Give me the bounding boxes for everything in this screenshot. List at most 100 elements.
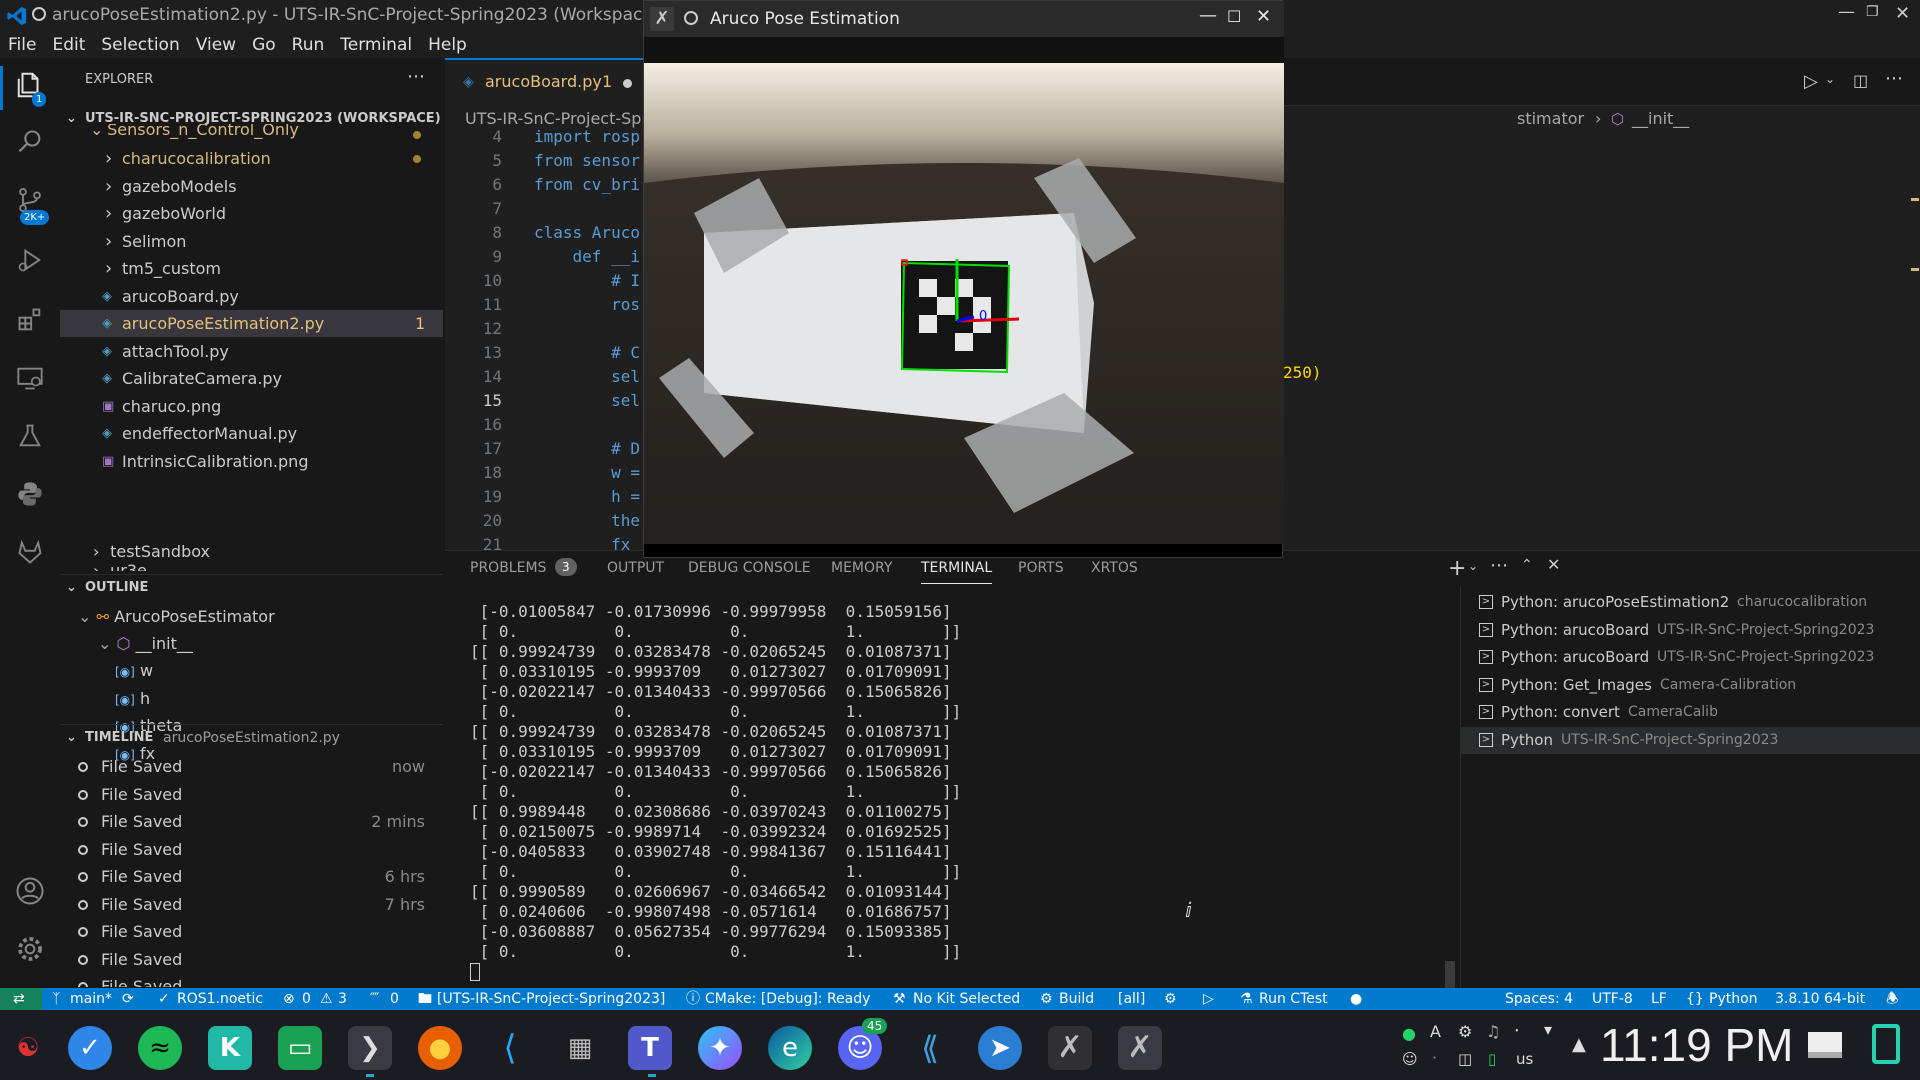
folder-item[interactable]: › gazeboWorld <box>60 200 445 227</box>
parent-folder[interactable]: ⌄ Sensors_n_Control_Only <box>90 124 299 142</box>
copilot-app-icon[interactable]: ✦ <box>698 1026 742 1070</box>
panel-tab-debug-console[interactable]: DEBUG CONSOLE <box>688 560 811 576</box>
launcher-icon[interactable]: ☯ <box>6 1026 50 1070</box>
folder-ur3e[interactable]: › ur3e <box>93 561 147 571</box>
copilot-icon[interactable]: ● <box>1350 988 1362 1010</box>
tray-discord-icon[interactable]: ☺ <box>1402 1050 1418 1068</box>
status-kit[interactable]: No Kit Selected <box>913 988 1020 1010</box>
panel-tab-ports[interactable]: PORTS <box>1018 560 1064 576</box>
volume-icon[interactable]: ♫ <box>1486 1022 1500 1041</box>
x-window-icon[interactable]: ✗ <box>1048 1026 1092 1070</box>
testing-icon[interactable] <box>12 422 48 458</box>
clock[interactable]: 11:19 PM <box>1600 1022 1793 1068</box>
timeline-entry[interactable]: File Saved 6 hrs <box>60 863 445 890</box>
maximize-icon[interactable]: ☐ <box>1227 7 1241 26</box>
timeline-entry[interactable]: File Saved <box>60 918 445 945</box>
minimap-scrollbar[interactable] <box>1905 138 1920 548</box>
status-interpreter[interactable]: 3.8.10 64-bit <box>1775 988 1865 1010</box>
breadcrumb-method[interactable]: __init__ <box>1632 109 1689 128</box>
explorer-icon[interactable]: 1 <box>12 70 48 107</box>
restore-icon[interactable]: ❐ <box>1866 4 1879 20</box>
more-actions-icon[interactable]: ⋯ <box>1885 68 1903 89</box>
teams-icon[interactable]: T <box>628 1026 672 1070</box>
keyboard-layout[interactable]: us <box>1516 1050 1533 1068</box>
timeline-entry[interactable]: File Saved <box>60 973 445 987</box>
close-icon[interactable]: ✕ <box>1256 6 1271 27</box>
editor-tab[interactable]: ◈ arucoBoard.py 1 <box>445 58 645 106</box>
panel-tab-memory[interactable]: MEMORY <box>831 560 892 576</box>
file-item[interactable]: ▣ IntrinsicCalibration.png <box>60 448 445 475</box>
file-item[interactable]: ◈ arucoPoseEstimation2.py 1 <box>60 310 445 337</box>
file-item[interactable]: ◈ CalibrateCamera.py <box>60 365 445 392</box>
todo-check-icon[interactable]: ✓ <box>68 1026 112 1070</box>
terminal-list-item[interactable]: > Python UTS-IR-SnC-Project-Spring2023 <box>1461 726 1920 754</box>
bluetooth-icon[interactable]: ᛫ <box>1512 1022 1522 1041</box>
status-target[interactable]: [all] <box>1118 988 1145 1010</box>
maximize-panel-icon[interactable]: ⌃ <box>1521 557 1533 573</box>
terminal-list-item[interactable]: > Python: convert CameraCalib <box>1461 699 1920 726</box>
outline-field[interactable]: [◉] h <box>115 685 150 712</box>
file-item[interactable]: ▣ charuco.png <box>60 393 445 420</box>
firefox-icon[interactable]: ● <box>418 1026 462 1070</box>
terminal-list-item[interactable]: > Python: Get_Images Camera-Calibration <box>1461 672 1920 699</box>
file-item[interactable]: ◈ attachTool.py <box>60 338 445 365</box>
folder-item[interactable]: › charucocalibration <box>60 145 445 172</box>
popup-title-bar[interactable]: ✗ Aruco Pose Estimation — ☐ ✕ <box>644 1 1284 37</box>
notes-icon[interactable] <box>1872 1024 1900 1064</box>
outline-field[interactable]: [◉] w <box>115 657 153 684</box>
remote-desktop-icon[interactable]: ➤ <box>978 1026 1022 1070</box>
folder-item[interactable]: › gazeboModels <box>60 173 445 200</box>
settings-gear-icon[interactable] <box>12 934 48 970</box>
breadcrumb-class[interactable]: stimator <box>1517 109 1584 128</box>
wifi-icon[interactable]: ▾ <box>1544 1020 1552 1039</box>
status-branch[interactable]: main* <box>70 988 112 1010</box>
notifications-bell-icon[interactable]: 🕭 <box>1886 988 1899 1010</box>
outline-class[interactable]: ⌄ ⚯ ArucoPoseEstimator <box>78 603 275 630</box>
terminal-app-icon[interactable]: ❯ <box>348 1026 392 1070</box>
status-workspace[interactable]: [UTS-IR-SnC-Project-Spring2023] <box>437 988 665 1010</box>
status-ctest[interactable]: Run CTest <box>1259 988 1328 1010</box>
chevron-down-icon[interactable]: ⌄ <box>1468 559 1478 573</box>
timeline-entry[interactable]: File Saved now <box>60 753 445 780</box>
panel-tab-problems[interactable]: PROBLEMS <box>470 560 546 576</box>
minimize-icon[interactable]: — <box>1838 2 1855 22</box>
sync-icon[interactable]: ⟳ <box>122 988 134 1010</box>
spotify-icon[interactable]: ≈ <box>138 1026 182 1070</box>
close-icon[interactable]: ✕ <box>1895 3 1910 24</box>
panel-tab-xrtos[interactable]: XRTOS <box>1091 560 1138 576</box>
tray-expand-icon[interactable]: ▲ <box>1572 1034 1586 1055</box>
timeline-entry[interactable]: File Saved 7 hrs <box>60 891 445 918</box>
status-eol[interactable]: LF <box>1651 988 1667 1010</box>
file-item[interactable]: ◈ endeffectorManual.py <box>60 420 445 447</box>
status-cmake[interactable]: CMake: [Debug]: Ready <box>705 988 870 1010</box>
x-window-active-icon[interactable]: ✗ <box>1118 1026 1162 1070</box>
edge-icon[interactable]: e <box>768 1026 812 1070</box>
status-language[interactable]: Python <box>1709 988 1758 1010</box>
gitlab-icon[interactable] <box>12 538 48 574</box>
panel-tab-output[interactable]: OUTPUT <box>607 560 664 576</box>
tray-bluetooth-icon[interactable]: ᛫ <box>1430 1050 1439 1068</box>
k-app-icon[interactable]: K <box>208 1026 252 1070</box>
terminal-list-item[interactable]: > Python: arucoBoard UTS-IR-SnC-Project-Sp… <box>1461 617 1920 644</box>
timeline-header[interactable]: ⌄ TIMELINE arucoPoseEstimation2.py <box>60 724 445 750</box>
menu-view[interactable]: View <box>188 35 244 55</box>
new-terminal-icon[interactable]: + <box>1448 556 1466 581</box>
menu-help[interactable]: Help <box>420 35 475 55</box>
chevron-down-icon[interactable]: ⌄ <box>1825 72 1835 86</box>
outline-method[interactable]: ⌄ ⬡ __init__ <box>98 630 193 657</box>
file-item[interactable]: ◈ arucoBoard.py <box>60 283 445 310</box>
launch-icon[interactable]: ▷ <box>1203 988 1214 1010</box>
show-desktop-icon[interactable] <box>1808 1032 1842 1058</box>
timeline-entry[interactable]: File Saved <box>60 946 445 973</box>
matlab-icon[interactable]: ⟪ <box>908 1026 952 1070</box>
pin-icon[interactable] <box>32 7 46 21</box>
terminal-list-item[interactable]: > Python: arucoPoseEstimation2 charucocali… <box>1461 589 1920 616</box>
run-debug-icon[interactable] <box>12 246 48 282</box>
timeline-entry[interactable]: File Saved <box>60 836 445 863</box>
status-ports[interactable]: 0 <box>390 988 399 1010</box>
breadcrumb[interactable]: UTS-IR-SnC-Project-Spri <box>465 109 652 128</box>
run-file-icon[interactable]: ▷ <box>1804 71 1818 92</box>
extensions-icon[interactable] <box>12 306 48 342</box>
menu-file[interactable]: File <box>0 35 44 55</box>
panel-tab-terminal[interactable]: TERMINAL <box>921 560 993 584</box>
